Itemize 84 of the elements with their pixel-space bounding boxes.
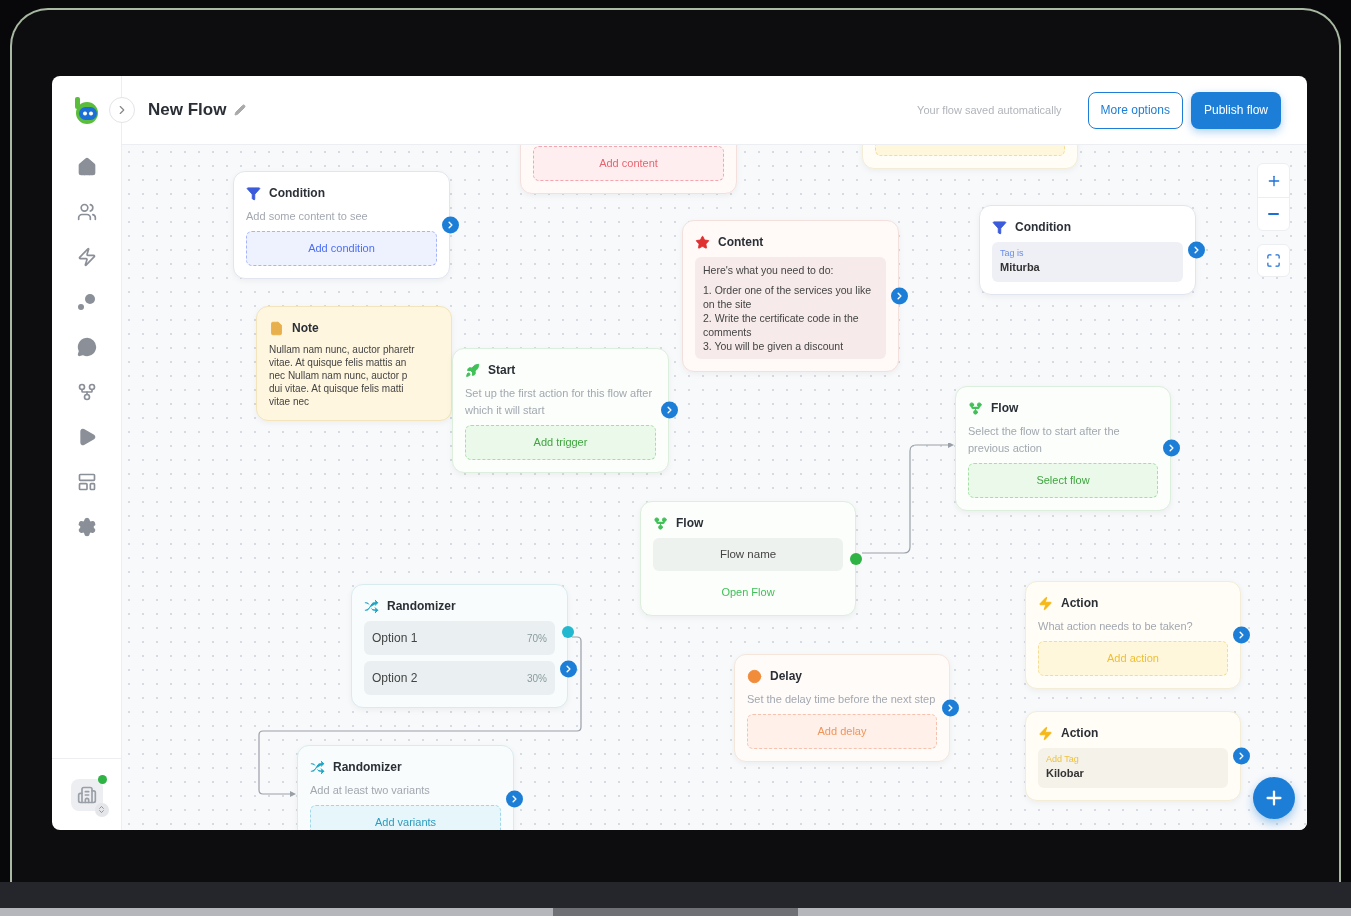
field-value: Miturba: [1000, 260, 1041, 275]
randomizer-icon: [364, 598, 379, 614]
note-line: Nullam nam nunc, auctor pharetr: [269, 343, 416, 356]
action-icon: [1038, 725, 1053, 741]
publish-button[interactable]: Publish flow: [1190, 91, 1281, 129]
dots-icon[interactable]: [76, 292, 97, 312]
fit-view-button[interactable]: [1257, 244, 1290, 277]
home-icon[interactable]: [76, 157, 97, 177]
node-description: Add some content to see: [246, 209, 369, 224]
node-title: Flow: [676, 515, 704, 532]
randomizer-icon: [310, 759, 325, 775]
flow-node[interactable]: Randomizer Option 1 70% Option 2 30%: [351, 584, 568, 708]
option-row[interactable]: Option 2 30%: [364, 661, 555, 695]
workspace-switcher[interactable]: [70, 778, 103, 811]
branch-icon[interactable]: [76, 382, 97, 402]
flow-node[interactable]: Action Add Tag Kilobar: [1025, 711, 1241, 801]
flow-icon: [968, 400, 983, 416]
node-title: Note: [292, 320, 319, 337]
flow-node[interactable]: Note Nullam nam nunc, auctor pharetr vitae. At quisque felis mattis an nec Nullam nam nunc, auctor p dui vitae. At quisque felis matti vitae nec: [256, 306, 452, 421]
option-percent: 30%: [527, 671, 547, 686]
start-icon: [465, 362, 480, 378]
flow-node[interactable]: Delay Set the delay time before the next step Add delay: [734, 654, 950, 762]
flow-node[interactable]: Start Set up the first action for this flow after which it will start Add trigger: [452, 348, 669, 473]
node-description: Set up the first action for this flow after which it will start: [465, 386, 654, 418]
flow-node[interactable]: Action What action needs to be taken? Add action: [1025, 581, 1241, 689]
fullscreen-icon: [1266, 253, 1281, 268]
add-button[interactable]: Add condition: [246, 231, 437, 266]
flow-icon: [653, 515, 668, 531]
content-icon: [695, 234, 710, 250]
note-line: vitae. At quisque felis mattis an: [269, 356, 408, 369]
node-title: Flow: [991, 400, 1019, 417]
condition-icon: [246, 185, 261, 201]
node-description: What action needs to be taken?: [1038, 619, 1194, 634]
chat-icon[interactable]: [76, 337, 97, 357]
edit-icon[interactable]: [234, 104, 247, 116]
content-intro: Here's what you need to do:: [703, 263, 835, 278]
node-title: Condition: [269, 185, 325, 202]
note-line: nec Nullam nam nunc, auctor p: [269, 369, 409, 382]
option-label: Option 1: [372, 630, 418, 647]
save-status: Your flow saved automatically: [917, 102, 1062, 118]
building-icon: [76, 784, 97, 805]
flow-node[interactable]: Content Here's what you need to do: 1. Order one of the services you like on the site 2. Write the certificate code in the comments 3. You will be given a discount: [682, 220, 899, 372]
settings-icon[interactable]: [76, 517, 97, 537]
tag-field[interactable]: Tag is Miturba: [992, 242, 1183, 282]
option-label: Option 2: [372, 670, 418, 687]
add-node-button[interactable]: [1253, 777, 1295, 819]
note-line: vitae nec: [269, 395, 311, 408]
content-step: 3. You will be given a discount: [703, 338, 878, 353]
node-title: Randomizer: [333, 759, 402, 776]
flow-node[interactable]: Condition Add some content to see Add condition: [233, 171, 450, 279]
flow-name-field[interactable]: Flow name: [653, 538, 843, 572]
node-description: Select the flow to start after the previous action: [968, 424, 1121, 456]
condition-icon: [992, 219, 1007, 235]
layout-icon[interactable]: [76, 472, 97, 492]
node-title: Condition: [1015, 219, 1071, 236]
flow-node[interactable]: Condition Tag is Miturba: [979, 205, 1196, 295]
field-label: Tag is: [1000, 248, 1025, 259]
content-step: 1. Order one of the services you like on the site: [703, 282, 878, 311]
node-title: Start: [488, 362, 516, 379]
users-icon[interactable]: [76, 202, 97, 222]
field-value: Kilobar: [1046, 766, 1085, 781]
node-title: Action: [1061, 595, 1099, 612]
content-step: 2. Write the certificate code in the comments: [703, 310, 878, 339]
option-percent: 70%: [527, 631, 547, 646]
node-description: Set the delay time before the next step: [747, 692, 937, 707]
options-button[interactable]: More options: [1087, 91, 1183, 129]
robot-logo: [73, 96, 100, 125]
node-title: Randomizer: [387, 598, 456, 615]
flow-node[interactable]: Randomizer Add at least two variants Add variants: [297, 745, 514, 830]
node-title: Delay: [770, 668, 803, 685]
note-line: dui vitae. At quisque felis matti: [269, 382, 405, 395]
tag-field[interactable]: Add Tag Kilobar: [1038, 748, 1228, 788]
node-title: Action: [1061, 725, 1099, 742]
lightning-icon[interactable]: [76, 247, 97, 267]
flow-node[interactable]: Flow Select the flow to start after the previous action Select flow: [955, 386, 1171, 511]
field-label: Add Tag: [1046, 754, 1080, 765]
action-icon: [1038, 595, 1053, 611]
node-description: Add at least two variants: [310, 783, 431, 798]
flow-title: New Flow: [148, 99, 227, 122]
minus-icon: [1268, 213, 1279, 215]
note-icon: [269, 320, 284, 336]
node-title: Content: [718, 234, 764, 251]
option-row[interactable]: Option 1 70%: [364, 621, 555, 655]
flow-node[interactable]: Flow Flow name Open Flow: [640, 501, 856, 617]
